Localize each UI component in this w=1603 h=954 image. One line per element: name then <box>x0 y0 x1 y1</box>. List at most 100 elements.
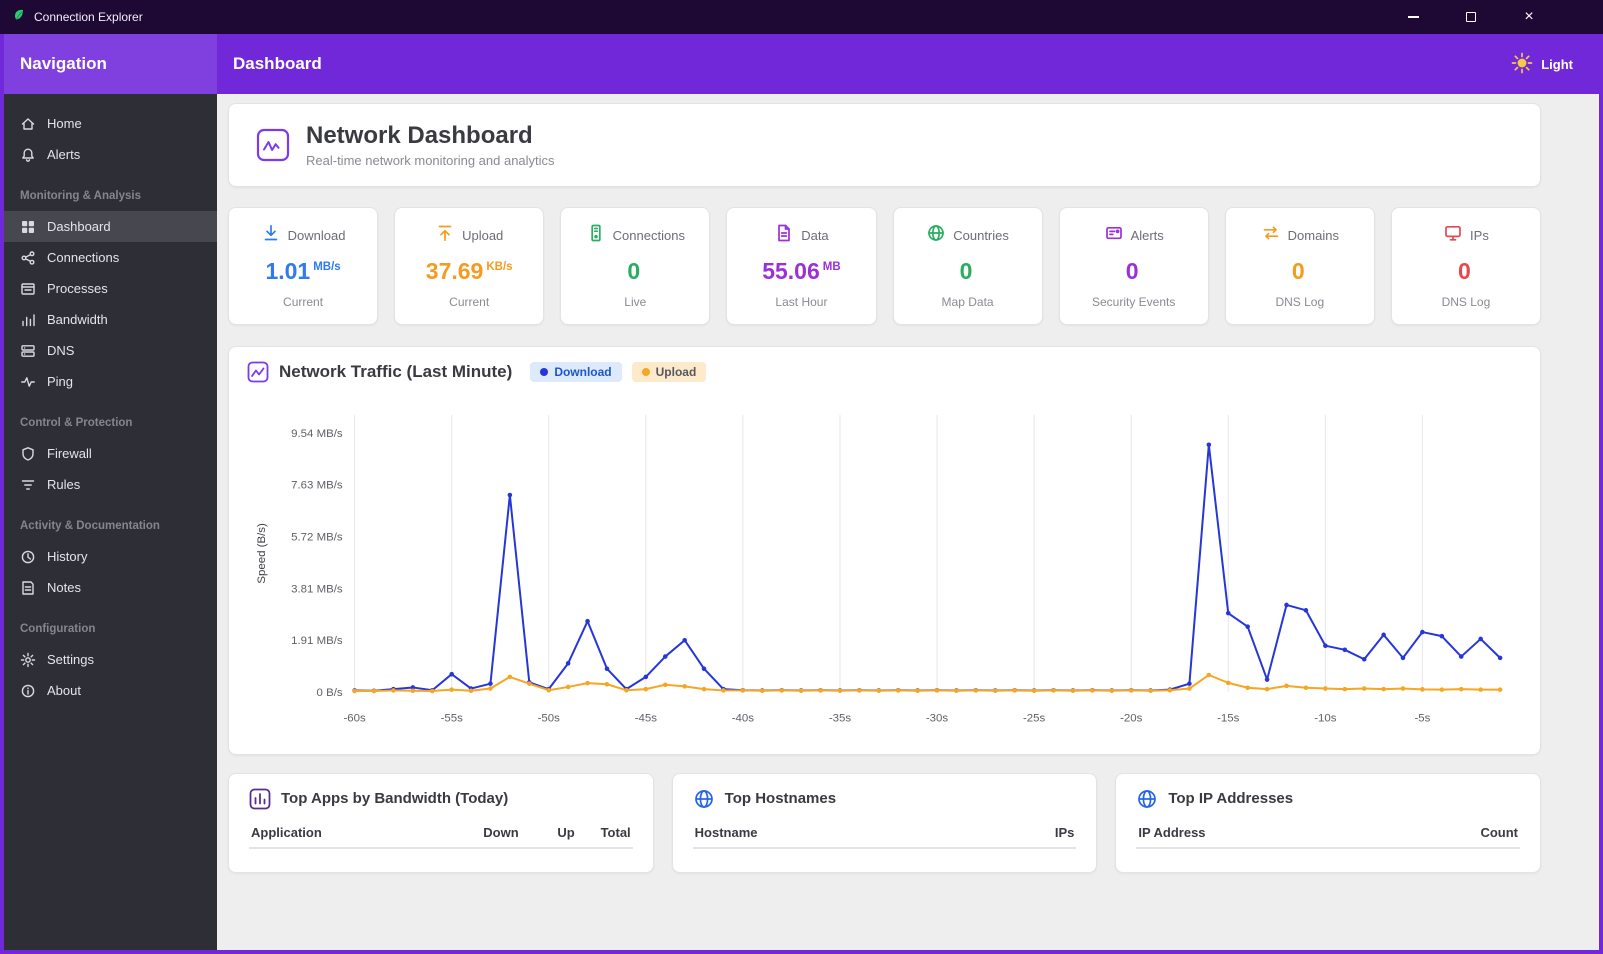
sidebar-item-home[interactable]: Home <box>4 108 217 139</box>
stat-sublabel: DNS Log <box>1441 295 1491 309</box>
svg-text:-10s: -10s <box>1314 713 1337 725</box>
stat-value: 0 <box>627 258 641 284</box>
info-icon <box>20 683 36 699</box>
col-application: Application <box>251 824 322 840</box>
minimize-button[interactable] <box>1401 5 1425 29</box>
sidebar-item-firewall[interactable]: Firewall <box>4 438 217 469</box>
close-button[interactable]: × <box>1517 5 1541 29</box>
gear-icon <box>20 652 36 668</box>
minimize-icon <box>1407 16 1419 18</box>
svg-text:-50s: -50s <box>538 713 561 725</box>
svg-text:-40s: -40s <box>732 713 755 725</box>
clock-icon <box>20 549 36 565</box>
stat-card-alerts: Alerts 0 Security Events <box>1058 207 1209 325</box>
legend-upload-dot <box>641 368 650 376</box>
stat-sublabel: Current <box>283 295 324 309</box>
svg-text:0 B/s: 0 B/s <box>317 687 343 699</box>
bottom-row: Top Apps by Bandwidth (Today) Applicatio… <box>228 772 1542 873</box>
close-icon: × <box>1524 8 1534 25</box>
apps-bar-chart-icon <box>249 788 271 810</box>
stat-sublabel: Last Hour <box>775 295 828 309</box>
sidebar: Home Alerts Monitoring & Analysis Dashbo… <box>4 94 217 950</box>
upload-icon <box>435 223 455 248</box>
stat-sublabel: DNS Log <box>1275 295 1325 309</box>
stat-card-data: Data 55.06 MB Last Hour <box>726 207 877 325</box>
chart-plot-area: -60s -55s -50s -45s -40s -35s -30s -25s -20s -15s… <box>247 393 1522 744</box>
bar-chart-icon <box>20 312 36 328</box>
stat-value: 55.06 MB <box>762 258 841 284</box>
sidebar-item-processes[interactable]: Processes <box>4 273 217 304</box>
pulse-icon <box>20 374 36 390</box>
maximize-button[interactable] <box>1459 5 1483 29</box>
stat-sublabel: Current <box>449 295 490 309</box>
note-icon <box>20 580 36 596</box>
main-content: Network Dashboard Real-time network moni… <box>217 94 1599 950</box>
sidebar-item-notes[interactable]: Notes <box>4 572 217 603</box>
top-apps-card: Top Apps by Bandwidth (Today) Applicatio… <box>228 772 654 873</box>
globe-icon <box>926 223 946 248</box>
col-ip-address: IP Address <box>1138 824 1206 840</box>
theme-toggle[interactable]: Light <box>1511 52 1573 77</box>
stat-value: 0 <box>1291 258 1305 284</box>
legend-download-chip[interactable]: Download <box>530 362 622 382</box>
maximize-icon <box>1466 12 1476 22</box>
sidebar-item-alerts[interactable]: Alerts <box>4 139 217 170</box>
sidebar-item-dashboard[interactable]: Dashboard <box>4 211 217 242</box>
svg-text:-20s: -20s <box>1120 713 1143 725</box>
sidebar-item-settings[interactable]: Settings <box>4 644 217 675</box>
top-hostnames-title: Top Hostnames <box>724 790 837 808</box>
svg-text:-45s: -45s <box>635 713 658 725</box>
window-title: Connection Explorer <box>34 10 143 24</box>
shield-icon <box>20 446 36 462</box>
col-ips: IPs <box>1054 824 1075 840</box>
stat-value: 0 <box>1125 258 1139 284</box>
top-apps-columns: Application Down Up Total <box>249 820 633 849</box>
filter-rules-icon <box>20 477 36 493</box>
col-up: Up <box>557 824 575 840</box>
network-traffic-card: Network Traffic (Last Minute) Download U… <box>228 346 1541 755</box>
titlebar: Connection Explorer × <box>0 0 1603 34</box>
dashboard-hero-card: Network Dashboard Real-time network moni… <box>228 103 1541 187</box>
sidebar-item-ping[interactable]: Ping <box>4 366 217 397</box>
hero-subtitle: Real-time network monitoring and analyti… <box>306 153 555 168</box>
svg-text:-60s: -60s <box>343 713 366 725</box>
hostnames-globe-icon <box>693 788 715 810</box>
sidebar-section-configuration: Configuration <box>20 623 96 635</box>
sidebar-item-bandwidth[interactable]: Bandwidth <box>4 304 217 335</box>
stat-card-countries: Countries 0 Map Data <box>892 207 1043 325</box>
col-hostname: Hostname <box>694 824 758 840</box>
svg-text:1.91 MB/s: 1.91 MB/s <box>291 635 343 647</box>
legend-upload-chip[interactable]: Upload <box>631 362 707 382</box>
stat-card-connections: Connections 0 Live <box>560 207 711 325</box>
ip-globe-icon <box>1136 788 1158 810</box>
sidebar-item-connections[interactable]: Connections <box>4 242 217 273</box>
stat-card-upload: Upload 37.69 KB/s Current <box>394 207 545 325</box>
sidebar-item-about[interactable]: About <box>4 675 217 706</box>
process-list-icon <box>20 281 36 297</box>
sidebar-item-dns[interactable]: DNS <box>4 335 217 366</box>
app-window: Connection Explorer × Navigation Dashboa… <box>0 0 1603 954</box>
page-title: Dashboard <box>233 54 322 73</box>
top-ip-addresses-title: Top IP Addresses <box>1168 790 1294 808</box>
traffic-chart-svg: -60s -55s -50s -45s -40s -35s -30s -25s -20s -15s… <box>256 414 1503 725</box>
document-icon <box>774 223 794 248</box>
home-icon <box>20 116 36 132</box>
svg-text:-5s: -5s <box>1414 713 1430 725</box>
sun-icon <box>1511 52 1533 77</box>
svg-text:5.72 MB/s: 5.72 MB/s <box>291 532 343 544</box>
sidebar-item-rules[interactable]: Rules <box>4 469 217 500</box>
svg-text:7.63 MB/s: 7.63 MB/s <box>291 480 343 492</box>
stat-value: 1.01 MB/s <box>265 258 341 284</box>
line-chart-icon <box>247 361 269 383</box>
share-nodes-icon <box>20 250 36 266</box>
sidebar-section-monitoring: Monitoring & Analysis <box>20 190 141 202</box>
sidebar-section-control: Control & Protection <box>20 417 133 429</box>
theme-label: Light <box>1541 56 1573 72</box>
app-logo-icon <box>12 8 26 27</box>
svg-text:-55s: -55s <box>441 713 464 725</box>
sidebar-item-history[interactable]: History <box>4 541 217 572</box>
col-total: Total <box>600 824 631 840</box>
stat-value: 0 <box>959 258 973 284</box>
hero-title: Network Dashboard <box>306 122 533 149</box>
top-apps-title: Top Apps by Bandwidth (Today) <box>281 790 509 808</box>
